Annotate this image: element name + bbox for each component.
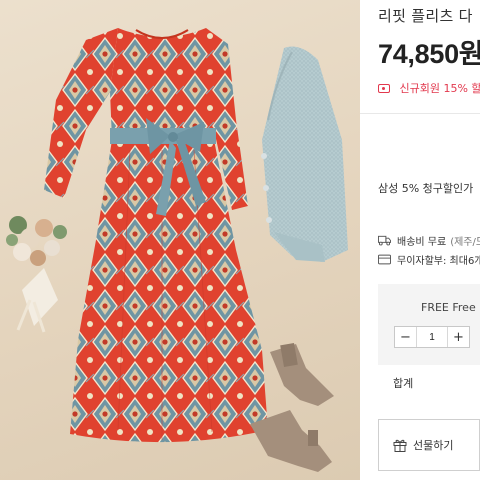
bouquet-image — [6, 216, 67, 333]
dress-image — [44, 28, 268, 443]
shipping-label: 배송비 무료 — [397, 237, 447, 248]
quantity-stepper: − 1 + — [394, 326, 470, 348]
section-divider — [360, 113, 480, 114]
truck-icon — [378, 235, 391, 246]
shipping-info: 배송비 무료 (제주/도 — [378, 233, 480, 248]
product-title: 리핏 플리츠 다 — [378, 7, 473, 25]
product-info-panel: 리핏 플리츠 다 74,850원 신규회원 15% 할 삼성 5% 청구할인가 … — [360, 0, 480, 480]
gift-button[interactable]: 선물하기 — [378, 419, 480, 471]
quantity-decrease-button[interactable]: − — [395, 327, 417, 347]
installment-note: : 최대6개 — [443, 256, 480, 267]
coupon-icon — [378, 84, 390, 93]
total-label: 합계 — [393, 377, 414, 390]
new-member-coupon[interactable]: 신규회원 15% 할 — [378, 80, 480, 96]
card-discount-promo: 삼성 5% 청구할인가 — [378, 182, 474, 195]
coupon-text: 신규회원 15% 할 — [399, 82, 480, 95]
cardigan-image — [261, 46, 348, 262]
product-price: 74,850원 — [378, 39, 480, 69]
product-photo — [0, 0, 360, 480]
gift-icon — [393, 439, 407, 452]
credit-card-icon — [378, 254, 391, 265]
option-name: FREE Free — [421, 301, 476, 314]
quantity-value[interactable]: 1 — [417, 327, 447, 347]
installment-label: 무이자할부 — [397, 256, 443, 267]
installment-info: 무이자할부 : 최대6개 — [378, 252, 480, 267]
selected-option-box: FREE Free − 1 + — [378, 284, 480, 365]
gift-button-label: 선물하기 — [413, 439, 454, 452]
shipping-note: (제주/도 — [450, 237, 480, 248]
quantity-increase-button[interactable]: + — [447, 327, 469, 347]
product-illustration — [6, 28, 348, 472]
